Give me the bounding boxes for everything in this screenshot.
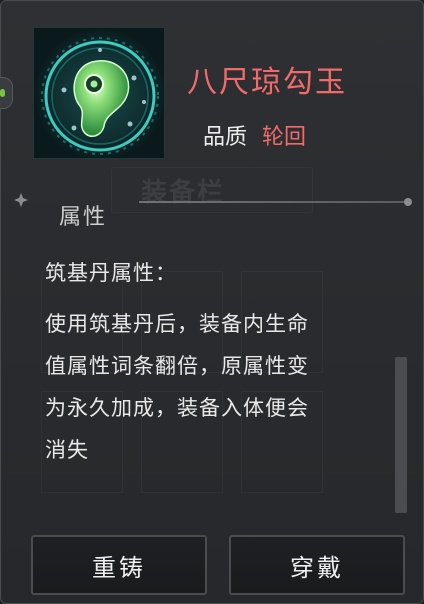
- description-line: 消失: [45, 438, 89, 462]
- section-divider-end-dot: [404, 198, 412, 206]
- side-tab-indicator: [0, 89, 5, 97]
- equip-button[interactable]: 穿戴: [229, 535, 405, 595]
- item-detail-panel: 装备栏 八尺琼勾玉 品质 轮回 属性 筑基丹属性： 使用筑基丹后，装备内生命 值…: [0, 0, 424, 604]
- attributes-section-title: 属性: [59, 205, 108, 230]
- quality-label: 品质: [203, 125, 248, 150]
- recast-button[interactable]: 重铸: [31, 535, 207, 595]
- section-divider: [139, 201, 405, 203]
- item-quality: 品质 轮回: [203, 119, 306, 151]
- description-line: 筑基丹属性：: [45, 261, 177, 285]
- jade-magatama-icon[interactable]: [33, 27, 165, 159]
- quality-value: 轮回: [262, 125, 307, 150]
- description-scrollbar[interactable]: [395, 357, 407, 513]
- diamond-ornament-icon: [14, 193, 28, 207]
- description-line: 为永久加成，装备入体便会: [45, 396, 309, 420]
- description-line: 值属性词条翻倍，原属性变: [45, 354, 309, 378]
- attribute-description: 筑基丹属性： 使用筑基丹后，装备内生命 值属性词条翻倍，原属性变 为永久加成，装…: [45, 253, 385, 471]
- side-tab-handle[interactable]: [0, 77, 13, 109]
- background-ghost-title: 装备栏: [141, 178, 226, 208]
- item-name: 八尺琼勾玉: [187, 65, 347, 100]
- jade-magatama-art: [34, 28, 164, 158]
- description-line: 使用筑基丹后，装备内生命: [45, 312, 309, 336]
